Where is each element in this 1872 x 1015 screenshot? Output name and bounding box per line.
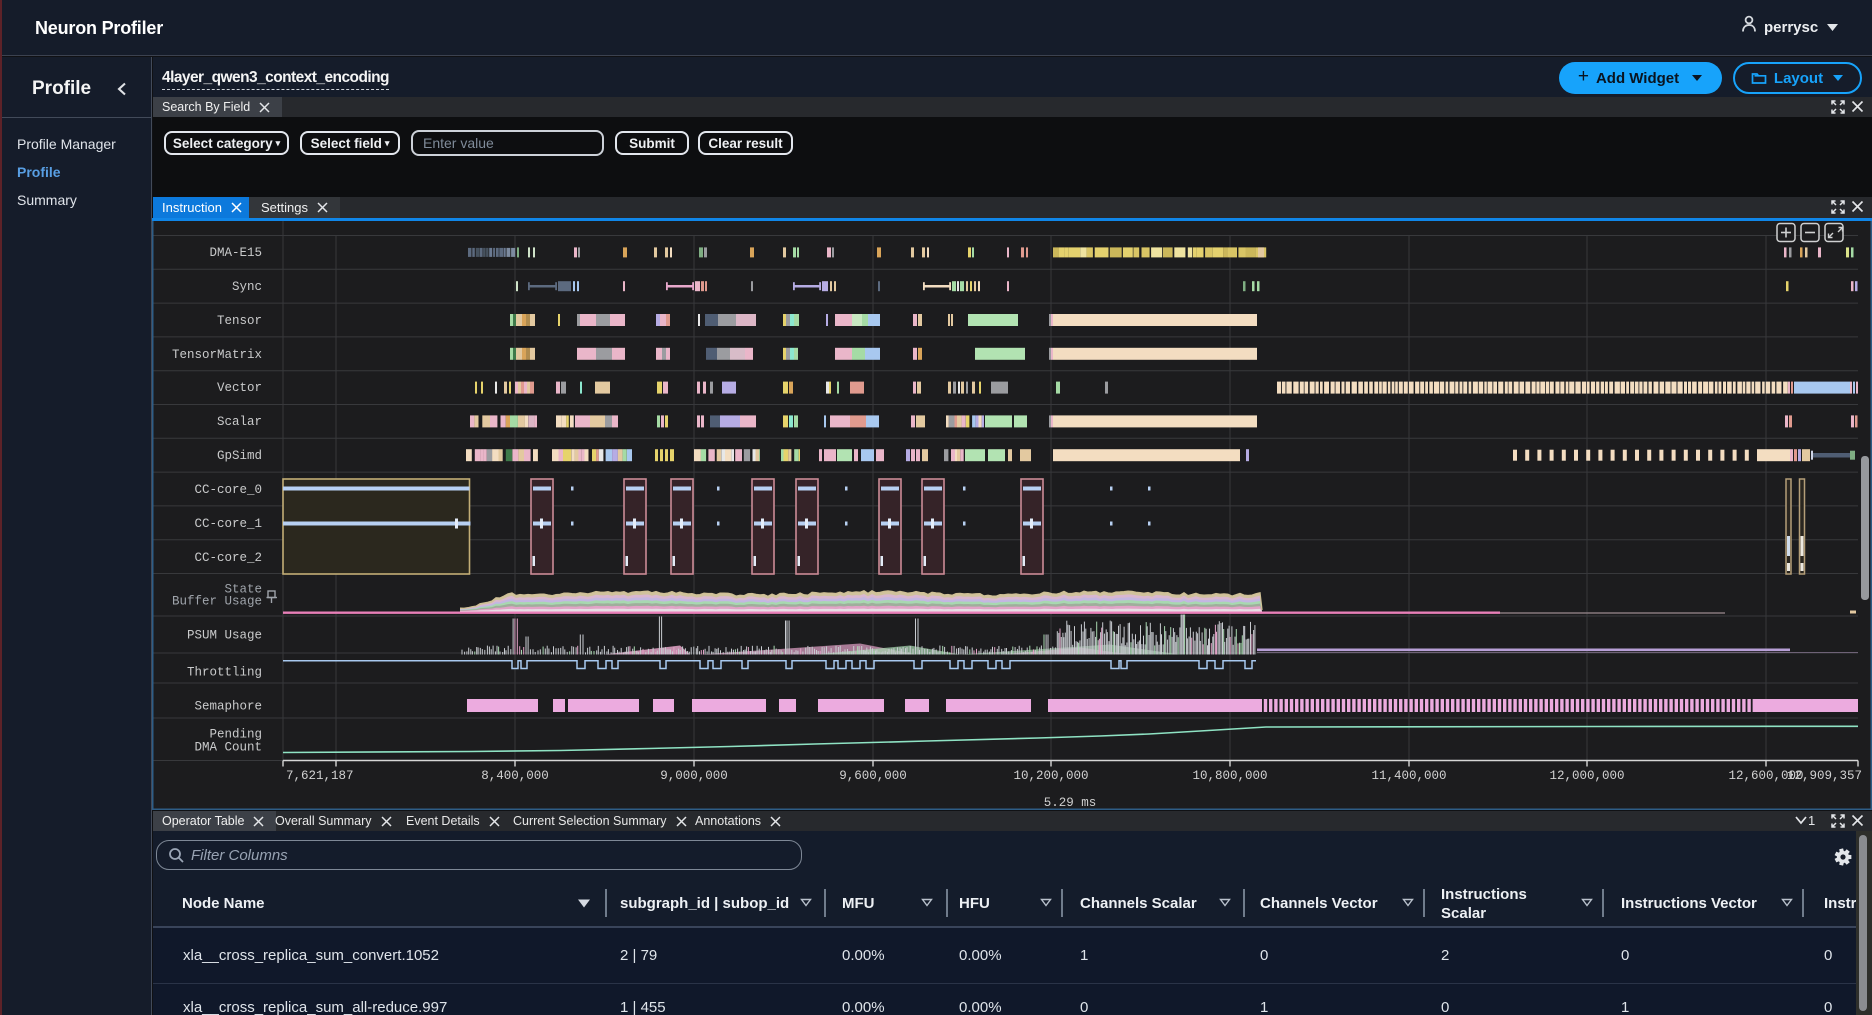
svg-text:CC-core_0: CC-core_0 xyxy=(194,483,262,497)
svg-text:Semaphore: Semaphore xyxy=(194,700,262,714)
svg-text:PSUM Usage: PSUM Usage xyxy=(187,629,262,643)
svg-text:Vector: Vector xyxy=(217,381,262,395)
svg-text:10,200,000: 10,200,000 xyxy=(1013,769,1088,783)
svg-text:DMA-E15: DMA-E15 xyxy=(209,246,262,260)
svg-text:Buffer Usage: Buffer Usage xyxy=(172,595,262,609)
svg-text:7,621,187: 7,621,187 xyxy=(286,769,354,783)
svg-text:CC-core_1: CC-core_1 xyxy=(194,517,262,531)
svg-text:Throttling: Throttling xyxy=(187,666,262,680)
svg-text:Pending: Pending xyxy=(209,728,262,742)
svg-text:CC-core_2: CC-core_2 xyxy=(194,551,262,565)
svg-text:10,800,000: 10,800,000 xyxy=(1192,769,1267,783)
svg-text:9,600,000: 9,600,000 xyxy=(839,769,907,783)
svg-text:Tensor: Tensor xyxy=(217,314,262,328)
svg-text:Scalar: Scalar xyxy=(217,415,262,429)
svg-text:Sync: Sync xyxy=(232,280,262,294)
svg-text:DMA Count: DMA Count xyxy=(194,741,262,755)
svg-text:8,400,000: 8,400,000 xyxy=(481,769,549,783)
svg-text:TensorMatrix: TensorMatrix xyxy=(172,348,262,362)
svg-text:11,400,000: 11,400,000 xyxy=(1371,769,1446,783)
svg-text:9,000,000: 9,000,000 xyxy=(660,769,728,783)
svg-text:12,909,357: 12,909,357 xyxy=(1787,769,1862,783)
svg-text:12,000,000: 12,000,000 xyxy=(1549,769,1624,783)
svg-text:GpSimd: GpSimd xyxy=(217,449,262,463)
svg-text:5.29 ms: 5.29 ms xyxy=(1044,796,1097,810)
